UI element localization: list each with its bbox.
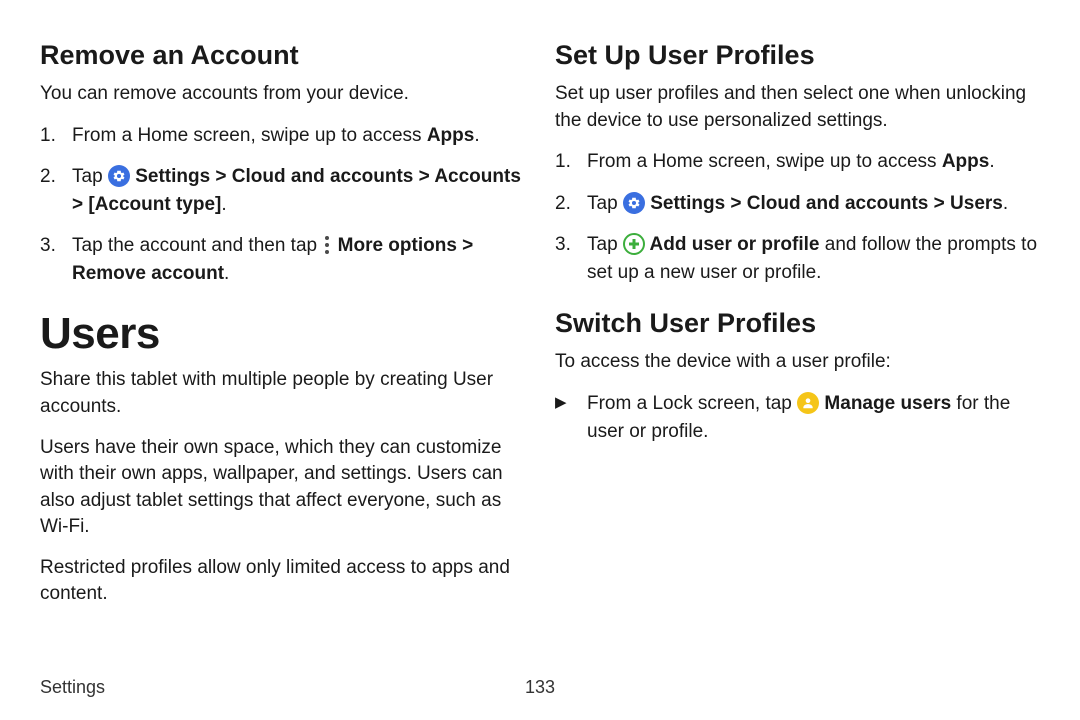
triangle-bullet-icon: ▶	[555, 392, 567, 414]
step-text-end: .	[224, 263, 229, 284]
step-text-end: .	[221, 194, 226, 215]
step-text: Tap	[587, 234, 623, 255]
heading-users: Users	[40, 309, 525, 359]
step-2: 2. Tap Settings > Cloud and accounts > A…	[40, 163, 525, 218]
settings-gear-icon	[108, 165, 130, 187]
step-text-end: .	[474, 125, 479, 146]
bold-path: Settings > Cloud and accounts > Users	[645, 193, 1003, 214]
paragraph-users-1: Share this tablet with multiple people b…	[40, 367, 525, 420]
bold-path: Settings > Cloud and accounts > Accounts…	[72, 166, 521, 215]
step-text: From a Home screen, swipe up to access	[587, 151, 942, 172]
steps-remove-account: 1. From a Home screen, swipe up to acces…	[40, 122, 525, 288]
footer-section: Settings	[40, 677, 105, 697]
two-column-layout: Remove an Account You can remove account…	[40, 36, 1040, 622]
user-avatar-icon	[797, 392, 819, 414]
step-number: 1.	[555, 148, 571, 176]
heading-switch-profiles: Switch User Profiles	[555, 308, 1040, 339]
step-number: 1.	[40, 122, 56, 150]
step-text: Tap	[72, 166, 108, 187]
step-number: 3.	[40, 232, 56, 260]
step-3: 3. Tap the account and then tap More opt…	[40, 232, 525, 287]
paragraph-users-2: Users have their own space, which they c…	[40, 435, 525, 541]
bullet-switch: ▶ From a Lock screen, tap Manage users f…	[555, 390, 1040, 445]
step-1: 1. From a Home screen, swipe up to acces…	[555, 148, 1040, 176]
heading-remove-account: Remove an Account	[40, 40, 525, 71]
step-number: 3.	[555, 231, 571, 259]
step-number: 2.	[555, 190, 571, 218]
paragraph-setup-intro: Set up user profiles and then select one…	[555, 81, 1040, 134]
paragraph-users-3: Restricted profiles allow only limited a…	[40, 555, 525, 608]
step-text: From a Lock screen, tap	[587, 393, 797, 414]
right-column: Set Up User Profiles Set up user profile…	[555, 36, 1040, 622]
step-number: 2.	[40, 163, 56, 191]
step-text: From a Home screen, swipe up to access	[72, 125, 427, 146]
left-column: Remove an Account You can remove account…	[40, 36, 525, 622]
add-plus-icon	[623, 233, 645, 255]
bold-manage-users: Manage users	[819, 393, 951, 414]
bold-add-user: Add user or profile	[645, 234, 820, 255]
bold-apps: Apps	[942, 151, 990, 172]
steps-setup-profiles: 1. From a Home screen, swipe up to acces…	[555, 148, 1040, 286]
step-3: 3. Tap Add user or profile and follow th…	[555, 231, 1040, 286]
footer-page-number: 133	[525, 677, 555, 698]
step-2: 2. Tap Settings > Cloud and accounts > U…	[555, 190, 1040, 218]
step-1: 1. From a Home screen, swipe up to acces…	[40, 122, 525, 150]
bold-apps: Apps	[427, 125, 475, 146]
settings-gear-icon	[623, 192, 645, 214]
paragraph-remove-intro: You can remove accounts from your device…	[40, 81, 525, 108]
step-text: Tap	[587, 193, 623, 214]
step-text-end: .	[989, 151, 994, 172]
page-footer: Settings 133	[40, 677, 1040, 698]
more-options-icon	[322, 234, 332, 256]
paragraph-switch-intro: To access the device with a user profile…	[555, 349, 1040, 376]
step-text: Tap the account and then tap	[72, 235, 322, 256]
step-text-end: .	[1003, 193, 1008, 214]
heading-setup-profiles: Set Up User Profiles	[555, 40, 1040, 71]
